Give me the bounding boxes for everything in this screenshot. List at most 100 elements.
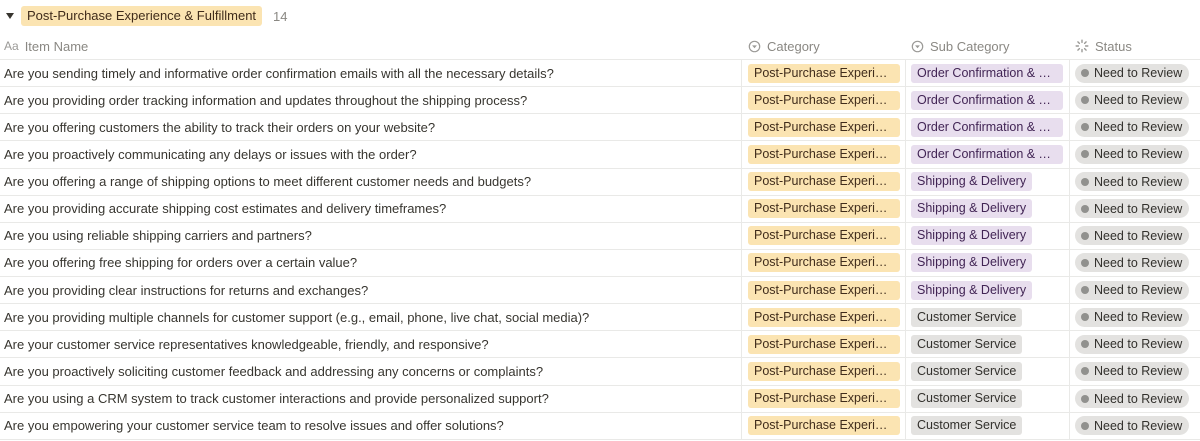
sub-category-tag[interactable]: Customer Service xyxy=(911,389,1023,409)
table-row[interactable]: Are you proactively soliciting customer … xyxy=(0,358,1200,386)
table-row[interactable]: Are you offering free shipping for order… xyxy=(0,249,1200,277)
status-cell[interactable]: Need to Review xyxy=(1069,114,1200,141)
item-name[interactable]: Are you providing clear instructions for… xyxy=(4,283,368,298)
sub-category-tag[interactable]: Customer Service xyxy=(911,307,1023,327)
sub-category-tag[interactable]: Order Confirmation & Tra... xyxy=(911,90,1063,110)
column-header-sub-category[interactable]: Sub Category xyxy=(905,33,1069,59)
status-badge[interactable]: Need to Review xyxy=(1075,253,1190,273)
category-tag[interactable]: Post-Purchase Experience ... xyxy=(748,226,900,246)
item-name-cell[interactable]: Are you providing multiple channels for … xyxy=(0,304,741,330)
table-row[interactable]: Are you providing clear instructions for… xyxy=(0,277,1200,305)
sub-category-cell[interactable]: Shipping & Delivery xyxy=(905,195,1069,222)
category-tag[interactable]: Post-Purchase Experience ... xyxy=(748,416,900,436)
item-name-cell[interactable]: Are you using a CRM system to track cust… xyxy=(0,386,741,412)
category-tag[interactable]: Post-Purchase Experience ... xyxy=(748,90,900,110)
item-name-cell[interactable]: Are you proactively soliciting customer … xyxy=(0,358,741,384)
item-name-cell[interactable]: Are you offering customers the ability t… xyxy=(0,114,741,140)
column-header-item-name[interactable]: Aa Item Name xyxy=(0,33,741,59)
category-cell[interactable]: Post-Purchase Experience ... xyxy=(741,331,905,358)
collapse-toggle-icon[interactable] xyxy=(3,9,17,23)
category-tag[interactable]: Post-Purchase Experience ... xyxy=(748,389,900,409)
status-badge[interactable]: Need to Review xyxy=(1075,389,1190,409)
table-row[interactable]: Are your customer service representative… xyxy=(0,331,1200,359)
sub-category-cell[interactable]: Customer Service xyxy=(905,358,1069,385)
status-cell[interactable]: Need to Review xyxy=(1069,195,1200,222)
item-name-cell[interactable]: Are you using reliable shipping carriers… xyxy=(0,223,741,249)
item-name[interactable]: Are you proactively communicating any de… xyxy=(4,147,417,162)
status-badge[interactable]: Need to Review xyxy=(1075,334,1190,354)
sub-category-tag[interactable]: Shipping & Delivery xyxy=(911,172,1033,192)
sub-category-cell[interactable]: Customer Service xyxy=(905,331,1069,358)
status-badge[interactable]: Need to Review xyxy=(1075,307,1190,327)
sub-category-cell[interactable]: Shipping & Delivery xyxy=(905,249,1069,276)
sub-category-cell[interactable]: Order Confirmation & Tra... xyxy=(905,60,1069,87)
table-row[interactable]: Are you providing order tracking informa… xyxy=(0,87,1200,115)
category-tag[interactable]: Post-Purchase Experience ... xyxy=(748,144,900,164)
item-name[interactable]: Are you offering customers the ability t… xyxy=(4,120,435,135)
status-cell[interactable]: Need to Review xyxy=(1069,358,1200,385)
status-cell[interactable]: Need to Review xyxy=(1069,222,1200,249)
sub-category-tag[interactable]: Shipping & Delivery xyxy=(911,199,1033,219)
category-cell[interactable]: Post-Purchase Experience ... xyxy=(741,358,905,385)
column-header-status[interactable]: Status xyxy=(1069,33,1200,59)
status-badge[interactable]: Need to Review xyxy=(1075,361,1190,381)
category-tag[interactable]: Post-Purchase Experience ... xyxy=(748,280,900,300)
sub-category-tag[interactable]: Shipping & Delivery xyxy=(911,253,1033,273)
item-name-cell[interactable]: Are you providing order tracking informa… xyxy=(0,87,741,113)
sub-category-tag[interactable]: Customer Service xyxy=(911,334,1023,354)
item-name[interactable]: Are you offering a range of shipping opt… xyxy=(4,174,531,189)
sub-category-tag[interactable]: Customer Service xyxy=(911,416,1023,436)
status-badge[interactable]: Need to Review xyxy=(1075,117,1190,137)
category-cell[interactable]: Post-Purchase Experience ... xyxy=(741,87,905,114)
sub-category-tag[interactable]: Shipping & Delivery xyxy=(911,280,1033,300)
sub-category-cell[interactable]: Shipping & Delivery xyxy=(905,222,1069,249)
category-cell[interactable]: Post-Purchase Experience ... xyxy=(741,195,905,222)
sub-category-cell[interactable]: Customer Service xyxy=(905,385,1069,412)
sub-category-cell[interactable]: Customer Service xyxy=(905,304,1069,331)
status-badge[interactable]: Need to Review xyxy=(1075,144,1190,164)
status-badge[interactable]: Need to Review xyxy=(1075,226,1190,246)
item-name-cell[interactable]: Are you offering a range of shipping opt… xyxy=(0,169,741,195)
sub-category-tag[interactable]: Order Confirmation & Tra... xyxy=(911,144,1063,164)
column-header-category[interactable]: Category xyxy=(741,33,905,59)
table-row[interactable]: Are you providing multiple channels for … xyxy=(0,304,1200,332)
category-cell[interactable]: Post-Purchase Experience ... xyxy=(741,222,905,249)
sub-category-cell[interactable]: Shipping & Delivery xyxy=(905,168,1069,195)
item-name[interactable]: Are you providing order tracking informa… xyxy=(4,93,527,108)
category-cell[interactable]: Post-Purchase Experience ... xyxy=(741,412,905,439)
status-badge[interactable]: Need to Review xyxy=(1075,416,1190,436)
category-tag[interactable]: Post-Purchase Experience ... xyxy=(748,117,900,137)
status-cell[interactable]: Need to Review xyxy=(1069,141,1200,168)
category-tag[interactable]: Post-Purchase Experience ... xyxy=(748,361,900,381)
status-badge[interactable]: Need to Review xyxy=(1075,90,1190,110)
table-row[interactable]: Are you proactively communicating any de… xyxy=(0,141,1200,169)
item-name-cell[interactable]: Are you sending timely and informative o… xyxy=(0,60,741,86)
status-cell[interactable]: Need to Review xyxy=(1069,277,1200,304)
sub-category-cell[interactable]: Order Confirmation & Tra... xyxy=(905,87,1069,114)
status-cell[interactable]: Need to Review xyxy=(1069,249,1200,276)
category-cell[interactable]: Post-Purchase Experience ... xyxy=(741,141,905,168)
status-cell[interactable]: Need to Review xyxy=(1069,168,1200,195)
status-badge[interactable]: Need to Review xyxy=(1075,199,1190,219)
status-cell[interactable]: Need to Review xyxy=(1069,304,1200,331)
item-name-cell[interactable]: Are you proactively communicating any de… xyxy=(0,141,741,167)
status-badge[interactable]: Need to Review xyxy=(1075,280,1190,300)
status-cell[interactable]: Need to Review xyxy=(1069,385,1200,412)
category-tag[interactable]: Post-Purchase Experience ... xyxy=(748,63,900,83)
sub-category-cell[interactable]: Order Confirmation & Tra... xyxy=(905,114,1069,141)
sub-category-tag[interactable]: Order Confirmation & Tra... xyxy=(911,117,1063,137)
category-cell[interactable]: Post-Purchase Experience ... xyxy=(741,385,905,412)
category-cell[interactable]: Post-Purchase Experience ... xyxy=(741,114,905,141)
category-tag[interactable]: Post-Purchase Experience ... xyxy=(748,172,900,192)
table-row[interactable]: Are you offering customers the ability t… xyxy=(0,114,1200,142)
status-cell[interactable]: Need to Review xyxy=(1069,331,1200,358)
category-cell[interactable]: Post-Purchase Experience ... xyxy=(741,168,905,195)
category-cell[interactable]: Post-Purchase Experience ... xyxy=(741,277,905,304)
sub-category-tag[interactable]: Order Confirmation & Tra... xyxy=(911,63,1063,83)
sub-category-tag[interactable]: Customer Service xyxy=(911,361,1023,381)
category-tag[interactable]: Post-Purchase Experience ... xyxy=(748,199,900,219)
category-tag[interactable]: Post-Purchase Experience ... xyxy=(748,307,900,327)
item-name-cell[interactable]: Are your customer service representative… xyxy=(0,331,741,357)
item-name-cell[interactable]: Are you offering free shipping for order… xyxy=(0,250,741,276)
category-tag[interactable]: Post-Purchase Experience ... xyxy=(748,334,900,354)
